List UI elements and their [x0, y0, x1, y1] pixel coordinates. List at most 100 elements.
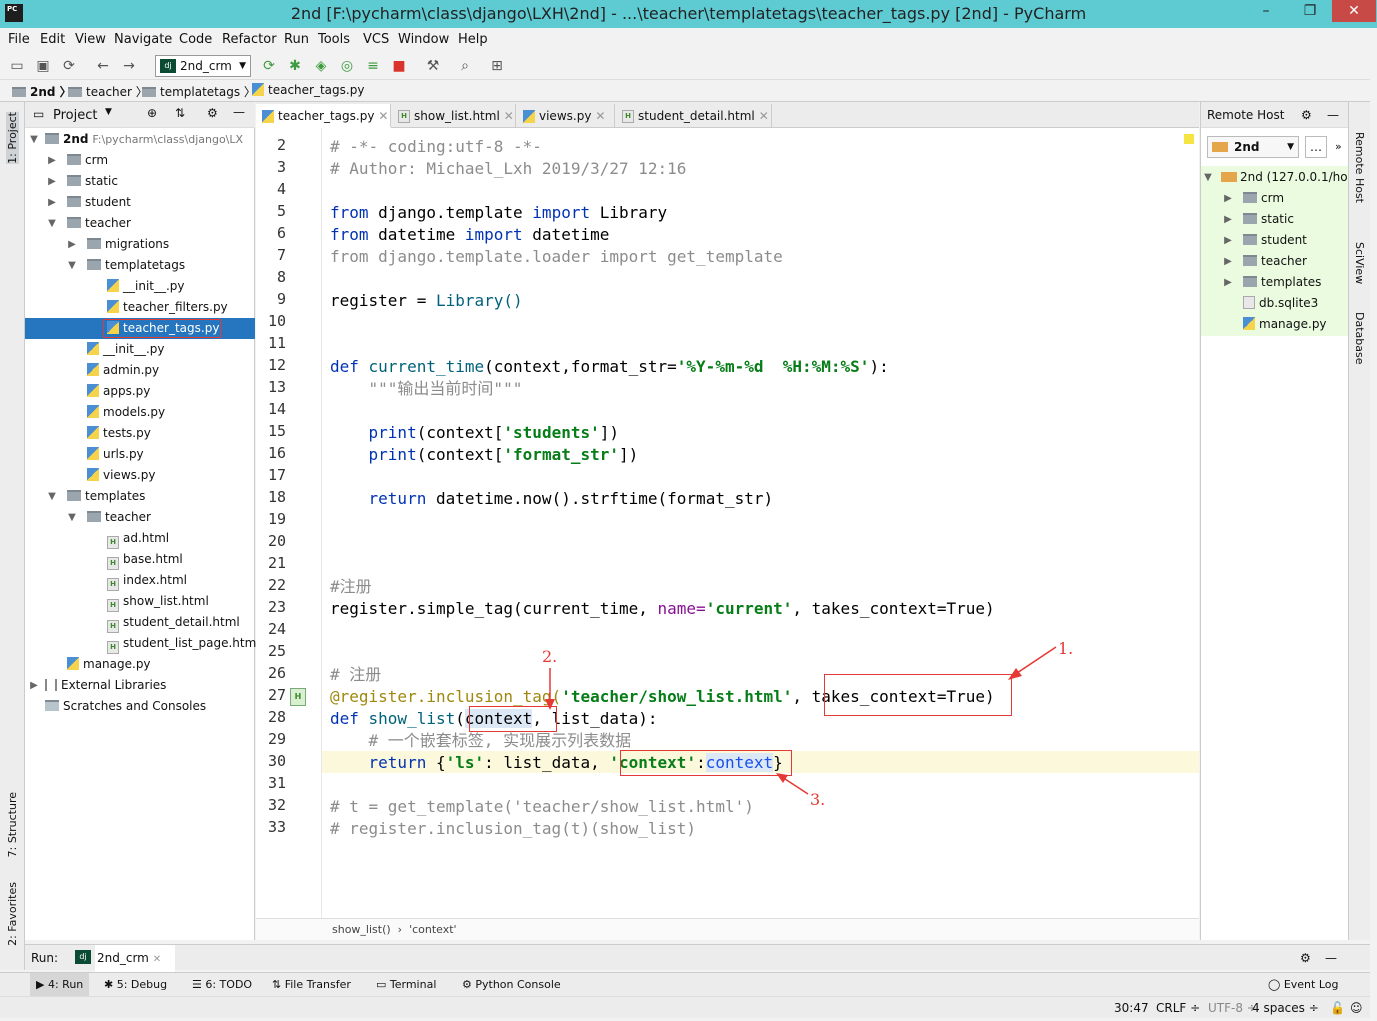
locate-icon[interactable]: ⊕	[147, 106, 157, 120]
menu-run[interactable]: Run	[284, 32, 309, 47]
expand-icon[interactable]: »	[1335, 140, 1342, 153]
remote-server-select[interactable]: 2nd ▼	[1207, 136, 1299, 158]
tree-item-root[interactable]: ▼ 2nd F:\pycharm\class\django\LX	[25, 129, 255, 150]
more-button[interactable]: …	[1305, 136, 1327, 158]
menu-navigate[interactable]: Navigate	[114, 32, 172, 47]
tree-item-init-py[interactable]: __init__.py	[25, 276, 255, 297]
breadcrumb-file[interactable]: teacher_tags.py	[252, 83, 364, 97]
remote-item-static[interactable]: ▶ static	[1201, 209, 1349, 230]
sync-icon[interactable]: ⟳	[60, 57, 78, 75]
tree-item-student-detail-html[interactable]: Hstudent_detail.html	[25, 612, 255, 633]
tree-item-migrations[interactable]: ▶ migrations	[25, 234, 255, 255]
hide-icon[interactable]: —	[1325, 945, 1337, 971]
tree-item-base-html[interactable]: Hbase.html	[25, 549, 255, 570]
tree-item-ad-html[interactable]: Had.html	[25, 528, 255, 549]
collapse-icon[interactable]: ⇅	[175, 106, 185, 120]
tree-item-templatetags[interactable]: ▼ templatetags	[25, 255, 255, 276]
menu-vcs[interactable]: VCS	[363, 32, 389, 47]
tree-item-urls[interactable]: urls.py	[25, 444, 255, 465]
forward-icon[interactable]: →	[120, 57, 138, 75]
menu-view[interactable]: View	[75, 32, 106, 47]
tree-item-manage-py[interactable]: manage.py	[25, 654, 255, 675]
tree-item-tests[interactable]: tests.py	[25, 423, 255, 444]
breadcrumb-teacher[interactable]: teacher 〉	[68, 83, 148, 100]
favorites-tool-button[interactable]: 2: Favorites	[6, 882, 19, 946]
gear-icon[interactable]: ⚙	[1300, 945, 1311, 971]
tree-item-teacher-filters[interactable]: teacher_filters.py	[25, 297, 255, 318]
tree-item-templates-teacher[interactable]: ▼ teacher	[25, 507, 255, 528]
tab-terminal[interactable]: ▭ Terminal	[376, 973, 436, 997]
menu-tools[interactable]: Tools	[318, 32, 350, 47]
tree-item-external-libraries[interactable]: ▶ External Libraries	[25, 675, 255, 696]
tree-item-student[interactable]: ▶ student	[25, 192, 255, 213]
tree-item-teacher[interactable]: ▼ teacher	[25, 213, 255, 234]
tree-item-scratches[interactable]: Scratches and Consoles	[25, 696, 255, 717]
tab-python-console[interactable]: ⚙ Python Console	[462, 973, 561, 997]
gear-icon[interactable]: ⚙	[1301, 102, 1312, 128]
tree-item-teacher-tags[interactable]: teacher_tags.py	[25, 318, 255, 339]
remote-host-tool-button[interactable]: Remote Host	[1353, 132, 1366, 203]
tab-file-transfer[interactable]: ⇅ File Transfer	[272, 973, 351, 997]
run-config-select[interactable]: dj 2nd_crm ▼	[155, 55, 251, 77]
project-tool-button[interactable]: 1: Project	[6, 112, 19, 164]
remote-item-teacher[interactable]: ▶ teacher	[1201, 251, 1349, 272]
menu-file[interactable]: File	[8, 32, 30, 47]
tree-item-teacher-init[interactable]: __init__.py	[25, 339, 255, 360]
run-step-icon[interactable]: ≡	[364, 57, 382, 75]
tree-item-models[interactable]: models.py	[25, 402, 255, 423]
remote-item-templates[interactable]: ▶ templates	[1201, 272, 1349, 293]
gear-icon[interactable]: ⚙	[207, 106, 218, 120]
tree-item-templates[interactable]: ▼ templates	[25, 486, 255, 507]
tree-item-student-list-page-html[interactable]: Hstudent_list_page.html	[25, 633, 260, 654]
tab-run[interactable]: ▶ 4: Run	[30, 973, 90, 997]
profile-icon[interactable]: ◎	[338, 57, 356, 75]
back-icon[interactable]: ←	[94, 57, 112, 75]
tree-item-show-list-html[interactable]: Hshow_list.html	[25, 591, 255, 612]
stop-icon[interactable]: ■	[390, 57, 408, 75]
tree-item-crm[interactable]: ▶ crm	[25, 150, 255, 171]
tree-item-apps[interactable]: apps.py	[25, 381, 255, 402]
structure-icon[interactable]: ⊞	[488, 57, 506, 75]
search-icon[interactable]: ⌕	[456, 57, 474, 75]
structure-tool-button[interactable]: 7: Structure	[6, 792, 19, 857]
minimize-button[interactable]: –	[1244, 0, 1288, 22]
tree-item-views[interactable]: views.py	[25, 465, 255, 486]
indent-setting[interactable]: 4 spaces ÷	[1252, 997, 1319, 1019]
remote-item-student[interactable]: ▶ student	[1201, 230, 1349, 251]
hide-icon[interactable]: —	[1327, 102, 1339, 128]
wrench-icon[interactable]: ⚒	[424, 57, 442, 75]
coverage-icon[interactable]: ◈	[312, 57, 330, 75]
hide-icon[interactable]: —	[233, 105, 245, 119]
chevron-down-icon[interactable]: ▼	[105, 107, 112, 117]
menu-refactor[interactable]: Refactor	[222, 32, 277, 47]
sciview-tool-button[interactable]: SciView	[1353, 242, 1366, 284]
line-separator[interactable]: CRLF ÷	[1156, 997, 1200, 1019]
tree-item-admin[interactable]: admin.py	[25, 360, 255, 381]
menu-help[interactable]: Help	[458, 32, 488, 47]
hector-icon[interactable]: ☺	[1350, 997, 1363, 1019]
remote-item-manage[interactable]: manage.py	[1201, 314, 1349, 335]
debug-icon[interactable]: ✱	[286, 57, 304, 75]
tree-item-index-html[interactable]: Hindex.html	[25, 570, 255, 591]
caret-position[interactable]: 30:47	[1114, 997, 1149, 1019]
breadcrumb-root[interactable]: 2nd 〉	[12, 83, 72, 100]
database-tool-button[interactable]: Database	[1353, 312, 1366, 365]
file-encoding[interactable]: UTF-8 ÷	[1208, 997, 1257, 1019]
save-icon[interactable]: ▣	[34, 57, 52, 75]
tree-item-static[interactable]: ▶ static	[25, 171, 255, 192]
event-log-button[interactable]: ◯ Event Log	[1268, 973, 1338, 997]
open-folder-icon[interactable]: ▭	[8, 57, 26, 75]
crumb-function[interactable]: show_list()	[332, 923, 391, 936]
remote-item-db[interactable]: db.sqlite3	[1201, 293, 1349, 314]
crumb-key[interactable]: 'context'	[409, 923, 457, 936]
menu-code[interactable]: Code	[179, 32, 212, 47]
menu-edit[interactable]: Edit	[40, 32, 65, 47]
close-button[interactable]: ✕	[1332, 0, 1376, 22]
tab-todo[interactable]: ☰ 6: TODO	[192, 973, 252, 997]
remote-root[interactable]: ▼ 2nd (127.0.0.1/hon	[1201, 167, 1349, 188]
remote-item-crm[interactable]: ▶ crm	[1201, 188, 1349, 209]
run-config-tab[interactable]: 2nd_crm ✕	[95, 945, 176, 973]
tab-debug[interactable]: ✱ 5: Debug	[104, 973, 167, 997]
rerun-icon[interactable]: ⟳	[260, 57, 278, 75]
project-view-label[interactable]: Project	[53, 108, 97, 123]
